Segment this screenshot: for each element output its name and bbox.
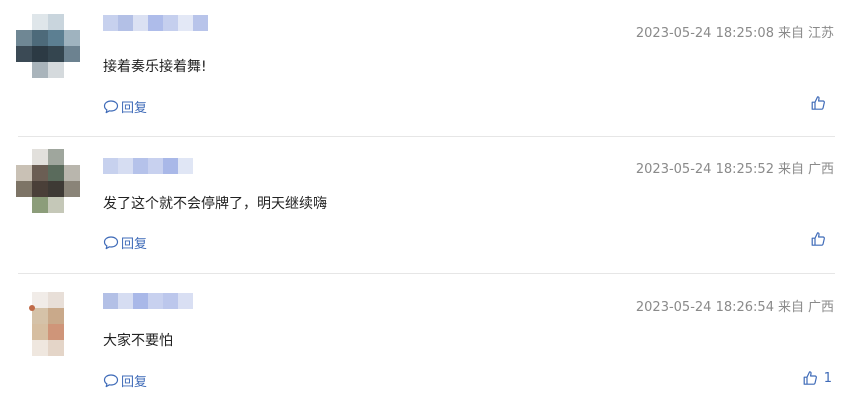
like-button[interactable]: [810, 95, 832, 111]
comment-meta: 2023-05-24 18:25:52 来自 广西: [636, 158, 834, 177]
like-button[interactable]: [810, 231, 832, 247]
from-label: 来自: [777, 162, 804, 177]
comment-date: 2023-05-24 18:26:54: [635, 300, 774, 315]
comment-meta: 2023-05-24 18:26:54 来自 广西: [636, 296, 834, 315]
comment-text: 接着奏乐接着舞!: [103, 59, 207, 75]
thumbs-up-icon: [811, 96, 825, 110]
comment-date: 2023-05-24 18:25:52: [635, 162, 774, 177]
reply-label: 回复: [121, 101, 148, 116]
reply-button[interactable]: 回复: [103, 371, 147, 390]
reply-label: 回复: [121, 375, 148, 390]
from-label: 来自: [777, 300, 804, 315]
like-button[interactable]: 1: [802, 370, 832, 386]
speech-bubble-icon: [103, 235, 119, 249]
location: 广西: [807, 162, 834, 177]
avatar[interactable]: [16, 149, 80, 221]
username[interactable]: [103, 158, 193, 174]
thumbs-up-icon: [803, 371, 817, 385]
username[interactable]: [103, 293, 193, 309]
from-label: 来自: [777, 26, 804, 41]
reply-button[interactable]: 回复: [103, 97, 147, 116]
comment-item: 2023-05-24 18:25:08 来自 江苏 接着奏乐接着舞! 回复: [0, 0, 850, 136]
comment-date: 2023-05-24 18:25:08: [635, 26, 774, 41]
avatar[interactable]: [16, 14, 80, 86]
reply-button[interactable]: 回复: [103, 233, 147, 252]
comment-meta: 2023-05-24 18:25:08 来自 江苏: [636, 22, 834, 41]
comment-text: 发了这个就不会停牌了，明天继续嗨: [103, 196, 327, 212]
location: 广西: [807, 300, 834, 315]
like-count: 1: [823, 370, 832, 386]
username[interactable]: [103, 15, 208, 31]
speech-bubble-icon: [103, 99, 119, 113]
speech-bubble-icon: [103, 373, 119, 387]
location: 江苏: [807, 26, 834, 41]
comment-item: 2023-05-24 18:25:52 来自 广西 发了这个就不会停牌了，明天继续嗨…: [0, 137, 850, 273]
avatar[interactable]: [16, 292, 80, 364]
comment-item: 2023-05-24 18:26:54 来自 广西 大家不要怕 回复 1: [0, 274, 850, 410]
comment-text: 大家不要怕: [103, 333, 173, 349]
thumbs-up-icon: [811, 232, 825, 246]
reply-label: 回复: [121, 237, 148, 252]
